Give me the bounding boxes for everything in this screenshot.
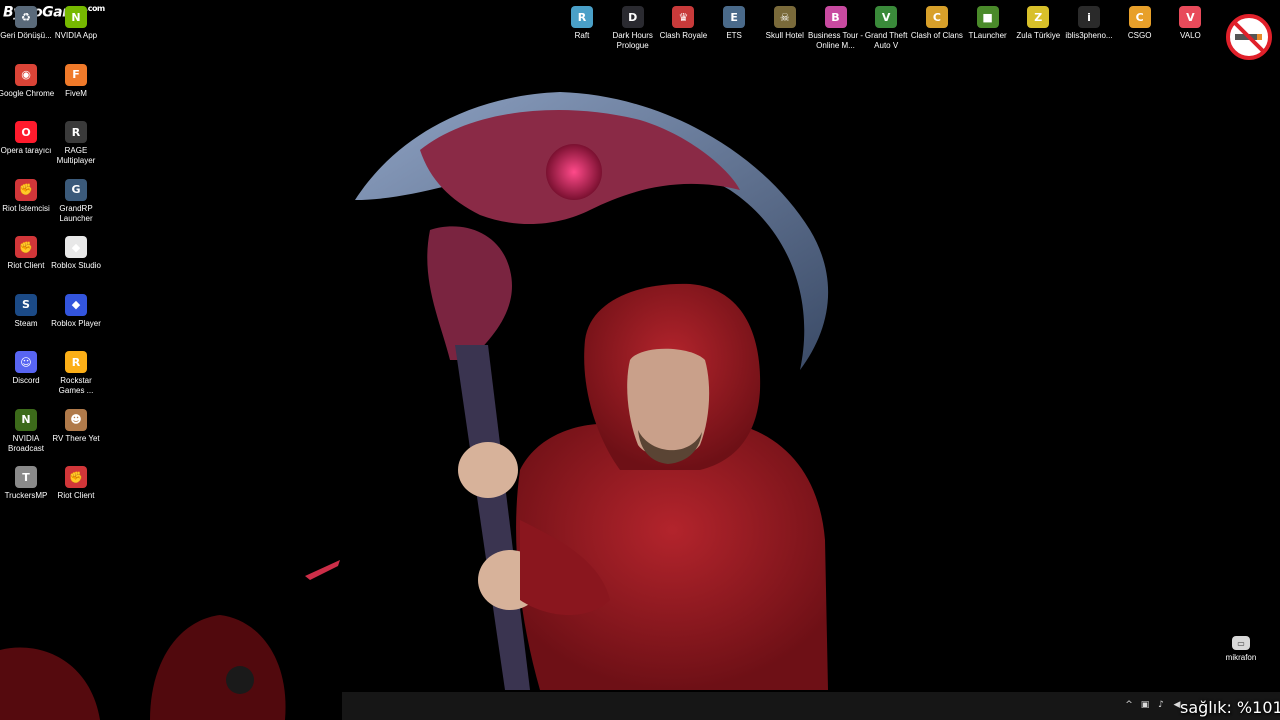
desktop-icon-label: Clash Royale	[659, 31, 708, 40]
nvidia-broadcast-icon: N	[15, 408, 37, 431]
desktop-icon-grandrp-launcher[interactable]: G GrandRP Launcher	[50, 178, 102, 224]
desktop-icon-business-tour-online-m[interactable]: B Business Tour - Online M...	[808, 6, 863, 51]
desktop-icon-label: RAGE Multiplayer	[56, 146, 96, 165]
riot-icon: ✊	[15, 236, 37, 258]
desktop-icon-label: Riot Client	[57, 491, 95, 500]
discord-icon: ☺	[15, 351, 37, 373]
fivem-icon: F	[65, 63, 87, 86]
desktop-icon-truckersmp[interactable]: T TruckersMP	[0, 466, 52, 501]
desktop-icon-riot-i-stemcisi[interactable]: ✊ Riot İstemcisi	[0, 178, 52, 214]
desktop-icon-fivem[interactable]: F FiveM	[50, 63, 102, 99]
dark-hours-icon: D	[621, 6, 644, 28]
desktop-icon-geri-dönüşü[interactable]: ♻ Geri Dönüşü...	[0, 6, 52, 41]
desktop-icon-nvidia-broadcast[interactable]: N NVIDIA Broadcast	[0, 408, 52, 454]
desktop-icon-label: Dark Hours Prologue	[612, 31, 653, 50]
desktop-icon-label: Zula Türkiye	[1016, 31, 1061, 40]
desktop-icon-dark-hours-prologue[interactable]: D Dark Hours Prologue	[607, 6, 659, 51]
raft-icon: R	[571, 6, 593, 28]
desktop-icon-label: NVIDIA App	[54, 31, 98, 40]
desktop-icon-riot-client[interactable]: ✊ Riot Client	[50, 466, 102, 501]
taskbar: ^ ▣ ♪ ◀	[342, 692, 1280, 720]
skull-hotel-icon: ☠	[773, 6, 796, 28]
microphone-icon: ▭	[1232, 636, 1250, 650]
ets-icon: E	[723, 6, 746, 28]
truckersmp-icon: T	[15, 466, 37, 488]
desktop-icon-label: iblis3pheno...	[1065, 31, 1113, 40]
desktop-icon-grand-theft-auto-v[interactable]: V Grand Theft Auto V	[860, 6, 912, 51]
microphone-icon[interactable]: ♪	[1156, 700, 1166, 710]
opera-icon: O	[15, 121, 37, 143]
desktop-icon-steam[interactable]: S Steam	[0, 293, 52, 329]
riot-icon: ✊	[15, 178, 37, 201]
game-icon: i	[1078, 6, 1100, 28]
roblox-icon: ◆	[65, 293, 87, 316]
no-smoking-icon	[1226, 14, 1272, 60]
rv-there-yet-icon: ☻	[65, 408, 87, 431]
desktop-icon-nvidia-app[interactable]: N NVIDIA App	[50, 6, 102, 41]
desktop-icon-label: ETS	[726, 31, 742, 40]
rage-icon: R	[65, 121, 87, 143]
tlauncher-icon: ■	[976, 6, 999, 28]
grandrp-icon: G	[65, 178, 87, 201]
valorant-icon: V	[1179, 6, 1202, 28]
rockstar-icon: R	[65, 351, 87, 373]
desktop-icon-clash-royale[interactable]: ♛ Clash Royale	[657, 6, 709, 41]
desktop-icon-label: CSGO	[1127, 31, 1152, 40]
show-hidden-icons-chevron-up-icon[interactable]: ^	[1124, 700, 1134, 710]
desktop-icon-roblox-studio[interactable]: ◆ Roblox Studio	[50, 236, 102, 271]
zula-icon: Z	[1027, 6, 1050, 28]
desktop-icon-tlauncher[interactable]: ■ TLauncher	[962, 6, 1014, 41]
clash-of-clans-icon: C	[925, 6, 948, 28]
desktop-icon-valo[interactable]: V VALO	[1164, 6, 1216, 41]
desktop-icon-zula-türkiye[interactable]: Z Zula Türkiye	[1012, 6, 1064, 41]
desktop-icon-rockstar-games[interactable]: R Rockstar Games ...	[50, 351, 102, 396]
desktop-icon-label: VALO	[1180, 31, 1201, 40]
desktop-icon-rv-there-yet[interactable]: ☻ RV There Yet	[50, 408, 102, 444]
desktop-icon-label: TLauncher	[968, 31, 1007, 40]
headphone	[226, 666, 254, 694]
desktop-icon-label: Roblox Player	[51, 318, 101, 328]
roblox-studio-icon: ◆	[65, 236, 87, 258]
riot-icon: ✊	[65, 466, 87, 488]
desktop-icon-roblox-player[interactable]: ◆ Roblox Player	[50, 293, 102, 329]
desktop-icon-label: Business Tour - Online M...	[808, 31, 863, 50]
business-tour-icon: B	[824, 6, 847, 28]
desktop-icon-label: Grand Theft Auto V	[864, 31, 908, 50]
desktop-icon-clash-of-clans[interactable]: C Clash of Clans	[911, 6, 963, 41]
scythe-eye	[546, 144, 602, 200]
chrome-icon: ◉	[15, 63, 37, 86]
mikrafon-widget[interactable]: ▭ mikrafon	[1215, 636, 1267, 663]
steam-icon: S	[15, 293, 37, 316]
gta-icon: V	[875, 6, 898, 28]
desktop-icon-raft[interactable]: R Raft	[556, 6, 608, 41]
network-icon[interactable]: ▣	[1140, 700, 1150, 710]
csgo-icon: C	[1128, 6, 1151, 28]
desktop-icon-label: Skull Hotel	[765, 31, 804, 40]
desktop-icon-rage-multiplayer[interactable]: R RAGE Multiplayer	[50, 121, 102, 166]
desktop-icon-discord[interactable]: ☺ Discord	[0, 351, 52, 386]
clash-royale-icon: ♛	[672, 6, 695, 28]
desktop-icon-label: GrandRP Launcher	[59, 203, 93, 223]
desktop-icon-label: Rockstar Games ...	[58, 376, 94, 395]
desktop-icon-label: Clash of Clans	[910, 31, 963, 40]
desktop-icon-label: FiveM	[65, 88, 87, 98]
desktop-icon-riot-client[interactable]: ✊ Riot Client	[0, 236, 52, 271]
upper-hand	[458, 442, 518, 498]
desktop-icon-skull-hotel[interactable]: ☠ Skull Hotel	[759, 6, 811, 41]
health-overlay: sağlık: %101	[1180, 698, 1280, 717]
recycle-bin-icon: ♻	[15, 6, 37, 28]
desktop-icon-label: Raft	[574, 31, 590, 40]
desktop-icon-google-chrome[interactable]: ◉ Google Chrome	[0, 63, 54, 99]
desktop-wallpaper	[0, 0, 1280, 720]
desktop-icon-iblis3pheno[interactable]: i iblis3pheno...	[1063, 6, 1115, 41]
nvidia-icon: N	[65, 6, 87, 28]
mikrafon-label: mikrafon	[1225, 653, 1257, 662]
desktop-icon-csgo[interactable]: C CSGO	[1114, 6, 1166, 41]
desktop-icon-ets[interactable]: E ETS	[708, 6, 760, 41]
desktop-icon-opera-tarayıcı[interactable]: O Opera tarayıcı	[0, 121, 52, 156]
desktop-icon-label: RV There Yet	[52, 433, 100, 443]
desktop-icon-label: Roblox Studio	[51, 261, 101, 270]
